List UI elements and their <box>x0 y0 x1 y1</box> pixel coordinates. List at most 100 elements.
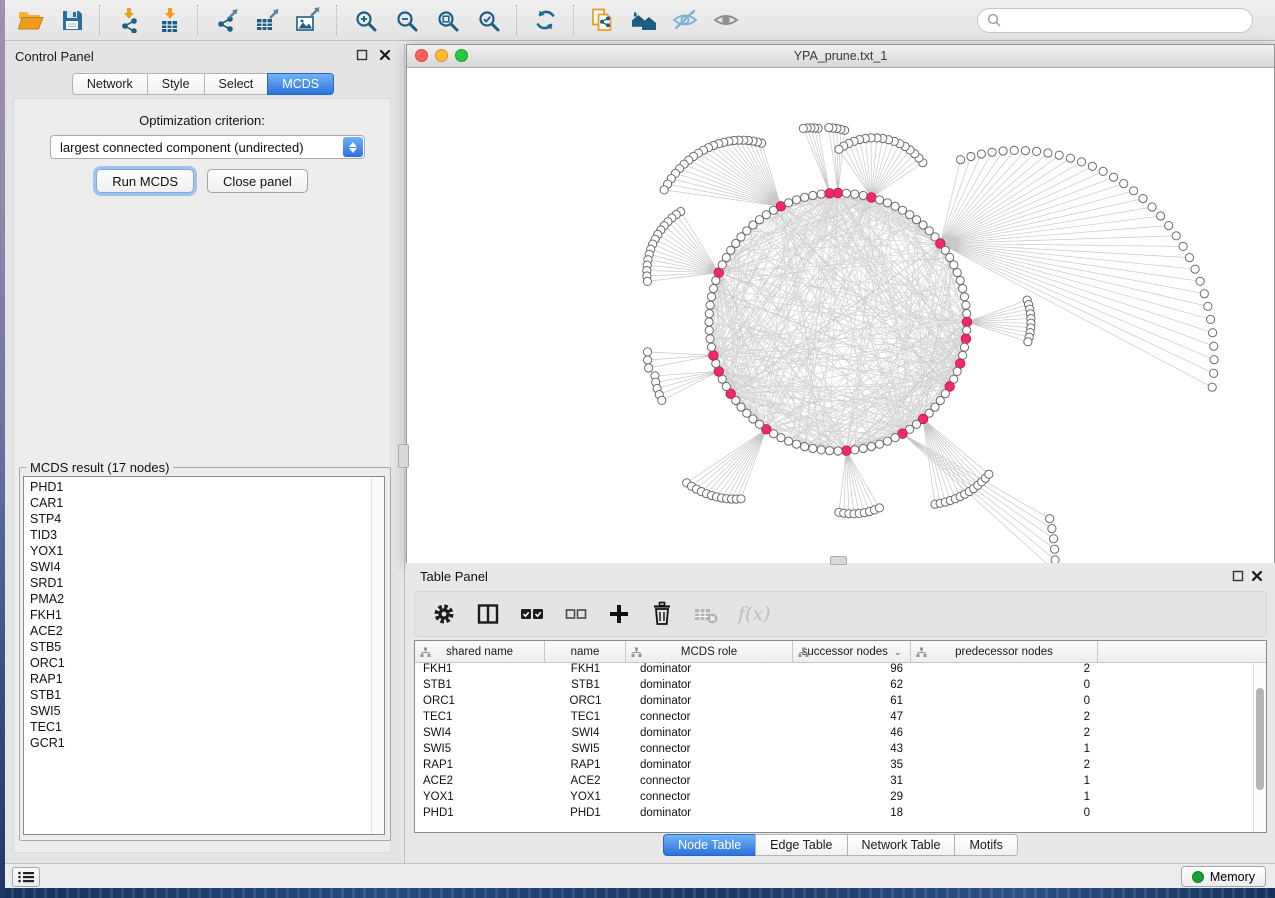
mcds-result-item[interactable]: SRD1 <box>24 575 384 591</box>
table-scrollbar[interactable] <box>1253 663 1266 832</box>
tab-mcds[interactable]: MCDS <box>267 73 334 95</box>
mcds-result-item[interactable]: STB1 <box>24 687 384 703</box>
column-header-shared-name[interactable]: shared name <box>415 641 545 663</box>
window-close-icon[interactable] <box>415 49 428 62</box>
cell[interactable]: 47 <box>793 711 911 727</box>
cell[interactable]: PHD1 <box>415 807 545 823</box>
cell[interactable]: dominator <box>626 727 793 743</box>
criterion-dropdown[interactable]: largest connected component (undirected) <box>50 135 365 159</box>
cell[interactable]: YOX1 <box>415 791 545 807</box>
cell[interactable]: 2 <box>911 727 1098 743</box>
cell[interactable]: 61 <box>793 695 911 711</box>
mcds-result-item[interactable]: TID3 <box>24 527 384 543</box>
cell[interactable]: ACE2 <box>415 775 545 791</box>
cell[interactable]: dominator <box>626 679 793 695</box>
first-neighbors-icon[interactable] <box>623 3 664 37</box>
cell[interactable]: 96 <box>793 663 911 679</box>
mcds-result-item[interactable]: RAP1 <box>24 671 384 687</box>
table-row[interactable]: PHD1PHD1dominator180 <box>415 807 1266 823</box>
cell[interactable]: 1 <box>911 775 1098 791</box>
window-minimize-icon[interactable] <box>435 49 448 62</box>
cell[interactable]: STB1 <box>415 679 545 695</box>
cell[interactable]: connector <box>626 711 793 727</box>
float-table-panel-icon[interactable] <box>1231 570 1245 584</box>
cell[interactable]: dominator <box>626 759 793 775</box>
cell[interactable]: connector <box>626 791 793 807</box>
cell[interactable]: 0 <box>911 695 1098 711</box>
cell[interactable]: SWI5 <box>415 743 545 759</box>
table-row[interactable]: ORC1ORC1dominator610 <box>415 695 1266 711</box>
zoom-selected-icon[interactable] <box>468 3 509 37</box>
column-header-MCDS-role[interactable]: MCDS role <box>626 641 793 663</box>
mcds-result-item[interactable]: PHD1 <box>24 479 384 495</box>
horizontal-splitter-handle[interactable] <box>830 556 847 565</box>
close-panel-icon[interactable] <box>378 49 392 63</box>
open-file-icon[interactable] <box>10 3 51 37</box>
window-zoom-icon[interactable] <box>455 49 468 62</box>
import-table-icon[interactable] <box>149 3 190 37</box>
network-graph[interactable] <box>407 68 1274 563</box>
column-header-successor-nodes[interactable]: successor nodes⌄ <box>793 641 911 663</box>
table-tab-edge-table[interactable]: Edge Table <box>755 834 847 856</box>
close-panel-button[interactable]: Close panel <box>207 169 308 193</box>
deselect-all-checks-icon[interactable] <box>564 602 588 626</box>
cell[interactable]: connector <box>626 743 793 759</box>
mcds-result-item[interactable]: TEC1 <box>24 719 384 735</box>
table-row[interactable]: STB1STB1dominator620 <box>415 679 1266 695</box>
table-row[interactable]: RAP1RAP1dominator352 <box>415 759 1266 775</box>
cell[interactable]: dominator <box>626 695 793 711</box>
mcds-result-item[interactable]: YOX1 <box>24 543 384 559</box>
cell[interactable]: 35 <box>793 759 911 775</box>
cell[interactable]: RAP1 <box>415 759 545 775</box>
select-all-checks-icon[interactable] <box>519 602 545 626</box>
add-column-icon[interactable] <box>607 602 631 626</box>
tab-network[interactable]: Network <box>72 73 148 95</box>
mcds-result-item[interactable]: SWI4 <box>24 559 384 575</box>
cell[interactable]: 1 <box>911 743 1098 759</box>
mcds-result-item[interactable]: ORC1 <box>24 655 384 671</box>
clone-network-icon[interactable] <box>582 3 623 37</box>
column-header-predecessor-nodes[interactable]: predecessor nodes <box>911 641 1098 663</box>
cell[interactable]: SWI5 <box>545 743 626 759</box>
mcds-result-item[interactable]: STB5 <box>24 639 384 655</box>
table-row[interactable]: FKH1FKH1dominator962 <box>415 663 1266 679</box>
cell[interactable]: connector <box>626 775 793 791</box>
table-scrollbar-thumb[interactable] <box>1256 688 1264 790</box>
zoom-fit-icon[interactable] <box>427 3 468 37</box>
cell[interactable]: YOX1 <box>545 791 626 807</box>
cell[interactable]: FKH1 <box>415 663 545 679</box>
column-header-name[interactable]: name <box>545 641 626 663</box>
network-canvas[interactable] <box>407 68 1274 563</box>
save-icon[interactable] <box>51 3 92 37</box>
tab-select[interactable]: Select <box>204 73 269 95</box>
memory-button[interactable]: Memory <box>1181 866 1266 887</box>
run-mcds-button[interactable]: Run MCDS <box>96 169 194 193</box>
refresh-icon[interactable] <box>525 3 566 37</box>
cell[interactable]: STB1 <box>545 679 626 695</box>
network-window-titlebar[interactable]: YPA_prune.txt_1 <box>407 45 1274 68</box>
cell[interactable]: 2 <box>911 711 1098 727</box>
export-image-icon[interactable] <box>288 3 329 37</box>
split-columns-icon[interactable] <box>476 602 500 626</box>
cell[interactable]: 0 <box>911 807 1098 823</box>
close-table-panel-icon[interactable] <box>1250 570 1264 584</box>
cell[interactable]: 0 <box>911 679 1098 695</box>
zoom-in-icon[interactable] <box>345 3 386 37</box>
cell[interactable]: 1 <box>911 791 1098 807</box>
table-row[interactable]: ACE2ACE2connector311 <box>415 775 1266 791</box>
cell[interactable]: dominator <box>626 807 793 823</box>
table-row[interactable]: SWI4SWI4dominator462 <box>415 727 1266 743</box>
mcds-result-item[interactable]: FKH1 <box>24 607 384 623</box>
cell[interactable]: ORC1 <box>545 695 626 711</box>
mcds-result-item[interactable]: PMA2 <box>24 591 384 607</box>
cell[interactable]: TEC1 <box>545 711 626 727</box>
task-history-icon[interactable] <box>12 867 40 887</box>
cell[interactable]: ACE2 <box>545 775 626 791</box>
cell[interactable]: ORC1 <box>415 695 545 711</box>
cell[interactable]: 43 <box>793 743 911 759</box>
cell[interactable]: 62 <box>793 679 911 695</box>
mcds-result-item[interactable]: ACE2 <box>24 623 384 639</box>
cell[interactable]: TEC1 <box>415 711 545 727</box>
mcds-result-scrollbar[interactable] <box>371 477 384 834</box>
cell[interactable]: PHD1 <box>545 807 626 823</box>
